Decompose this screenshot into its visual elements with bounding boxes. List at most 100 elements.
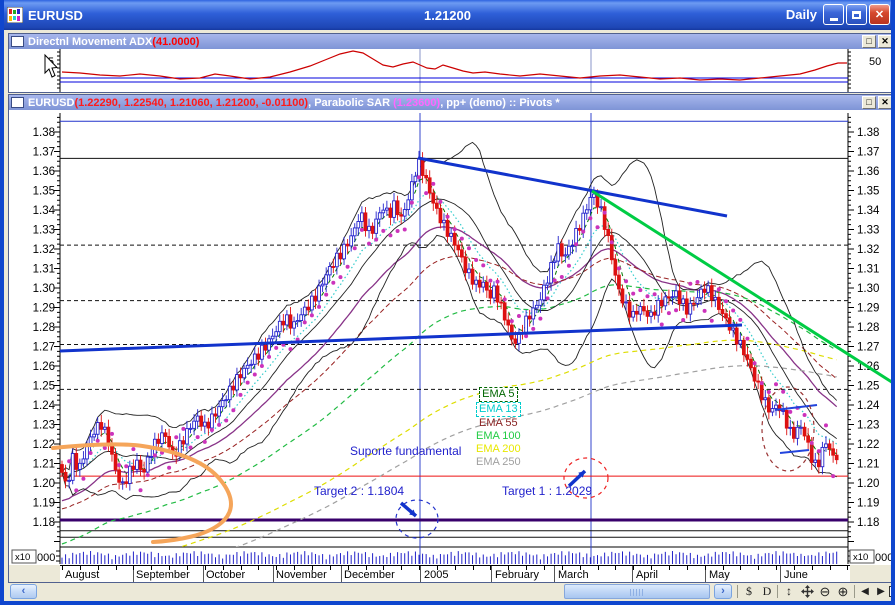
maximize-button[interactable]	[846, 4, 867, 25]
week-tick	[419, 566, 420, 570]
close-icon: ✕	[875, 8, 884, 21]
week-tick	[847, 566, 848, 570]
y-axis-label: 1.34	[33, 205, 56, 217]
adx-close-button[interactable]: ✕	[878, 35, 892, 48]
week-tick	[544, 566, 545, 570]
pages-button[interactable]	[889, 586, 895, 597]
y-axis-label: 1.38	[33, 127, 55, 139]
price-chart-area[interactable]: 1.381.381.371.371.361.361.351.351.341.34…	[9, 110, 894, 565]
arrow-annotation	[401, 503, 416, 516]
minimize-button[interactable]	[823, 4, 844, 25]
week-tick	[562, 566, 563, 570]
scroll-left-button[interactable]: ‹	[10, 584, 37, 599]
adx-pane-title: Directnl Movement ADX	[28, 36, 152, 48]
week-tick	[740, 566, 741, 570]
adx-pane: Directnl Movement ADX (41.0000) □ ✕ 550	[8, 33, 895, 93]
month-label: June	[784, 569, 808, 581]
month-separator	[341, 566, 342, 582]
volume-bars	[62, 551, 837, 564]
y-axis-label: 1.27	[33, 342, 55, 354]
price-close-button[interactable]: ✕	[878, 96, 892, 109]
svg-text:000: 000	[37, 552, 55, 564]
pan-button[interactable]	[799, 583, 815, 600]
window-titlebar: EURUSD 1.21200 Daily ✕	[0, 0, 895, 30]
month-separator	[420, 566, 421, 582]
y-axis-label: 1.25	[33, 381, 55, 393]
week-tick	[241, 566, 242, 570]
y-axis-label: 1.31	[857, 264, 879, 276]
week-tick	[401, 566, 402, 570]
y-axis-label: 1.27	[857, 342, 879, 354]
y-axis-label: 1.23	[857, 420, 879, 432]
scroll-right-button[interactable]: ›	[714, 584, 732, 599]
week-tick	[830, 566, 831, 570]
week-tick	[258, 566, 259, 570]
y-axis-label: 1.24	[857, 400, 880, 412]
bottom-toolbar: ‹ › $ D ↕ ⊖ ⊕ ◀ ▶	[8, 583, 895, 601]
price-pane: EURUSD (1.22290, 1.22540, 1.21060, 1.212…	[8, 94, 895, 583]
y-axis-label: 1.36	[857, 166, 879, 178]
y-axis-label: 1.22	[857, 439, 879, 451]
app-window: EURUSD 1.21200 Daily ✕ Directnl Movement…	[0, 0, 895, 605]
sar-label: , Parabolic SAR	[308, 97, 393, 109]
week-tick	[598, 566, 599, 570]
scrollbar-thumb[interactable]	[564, 584, 710, 599]
week-tick	[687, 566, 688, 570]
time-axis: AugustSeptemberOctoberNovemberDecember20…	[9, 565, 894, 582]
y-axis-label: 1.28	[33, 322, 55, 334]
adx-pane-icon	[11, 36, 24, 47]
y-axis-label: 1.35	[857, 186, 879, 198]
month-label: February	[495, 569, 539, 581]
y-axis-label: 1.33	[33, 225, 55, 237]
annotation-target2: Target 2 : 1.1804	[314, 484, 404, 498]
y-axis-label: 1.18	[33, 517, 55, 529]
week-tick	[205, 566, 206, 570]
week-tick	[705, 566, 706, 570]
y-axis-label: 1.21	[33, 459, 55, 471]
week-tick	[223, 566, 224, 570]
week-tick	[615, 566, 616, 570]
currency-button[interactable]: $	[741, 583, 757, 600]
y-axis-label: 1.19	[33, 498, 55, 510]
price-pane-icon	[11, 97, 24, 108]
month-label: March	[558, 569, 589, 581]
week-tick	[758, 566, 759, 570]
adx-maximize-button[interactable]: □	[862, 35, 876, 48]
week-tick	[330, 566, 331, 570]
y-axis-label: 1.36	[33, 166, 55, 178]
close-button[interactable]: ✕	[869, 4, 890, 25]
symbol-label: EURUSD	[28, 97, 74, 109]
y-axis-label: 1.20	[857, 478, 879, 490]
price-maximize-button[interactable]: □	[862, 96, 876, 109]
adx-pane-titlebar[interactable]: Directnl Movement ADX (41.0000) □ ✕	[9, 34, 894, 49]
next-button[interactable]: ▶	[874, 583, 888, 600]
month-label: August	[65, 569, 99, 581]
vertical-scale-button[interactable]: ↕	[781, 583, 797, 600]
y-axis-label: 1.31	[33, 264, 55, 276]
app-icon	[7, 7, 23, 23]
ohlc-values: (1.22290, 1.22540, 1.21060, 1.21200, -0.…	[74, 97, 308, 109]
month-label: October	[206, 569, 245, 581]
week-tick	[723, 566, 724, 570]
zoom-in-button[interactable]: ⊕	[835, 583, 851, 600]
week-tick	[455, 566, 456, 570]
week-tick	[794, 566, 795, 570]
y-axis-label: 1.35	[33, 186, 55, 198]
week-tick	[294, 566, 295, 570]
price-pane-titlebar[interactable]: EURUSD (1.22290, 1.22540, 1.21060, 1.212…	[9, 95, 894, 110]
y-axis-label: 1.34	[857, 205, 880, 217]
trendline	[60, 325, 742, 351]
week-tick	[116, 566, 117, 570]
week-tick	[98, 566, 99, 570]
y-axis-label: 1.19	[857, 498, 879, 510]
zoom-out-button[interactable]: ⊖	[817, 583, 833, 600]
svg-text:x10: x10	[15, 552, 30, 563]
y-axis-label: 1.32	[857, 244, 879, 256]
y-axis-label: 1.32	[33, 244, 55, 256]
month-strip: AugustSeptemberOctoberNovemberDecember20…	[60, 565, 850, 582]
month-label: May	[709, 569, 730, 581]
week-tick	[151, 566, 152, 570]
y-axis-label: 1.24	[33, 400, 56, 412]
day-mode-button[interactable]: D	[759, 583, 775, 600]
prev-button[interactable]: ◀	[858, 583, 872, 600]
